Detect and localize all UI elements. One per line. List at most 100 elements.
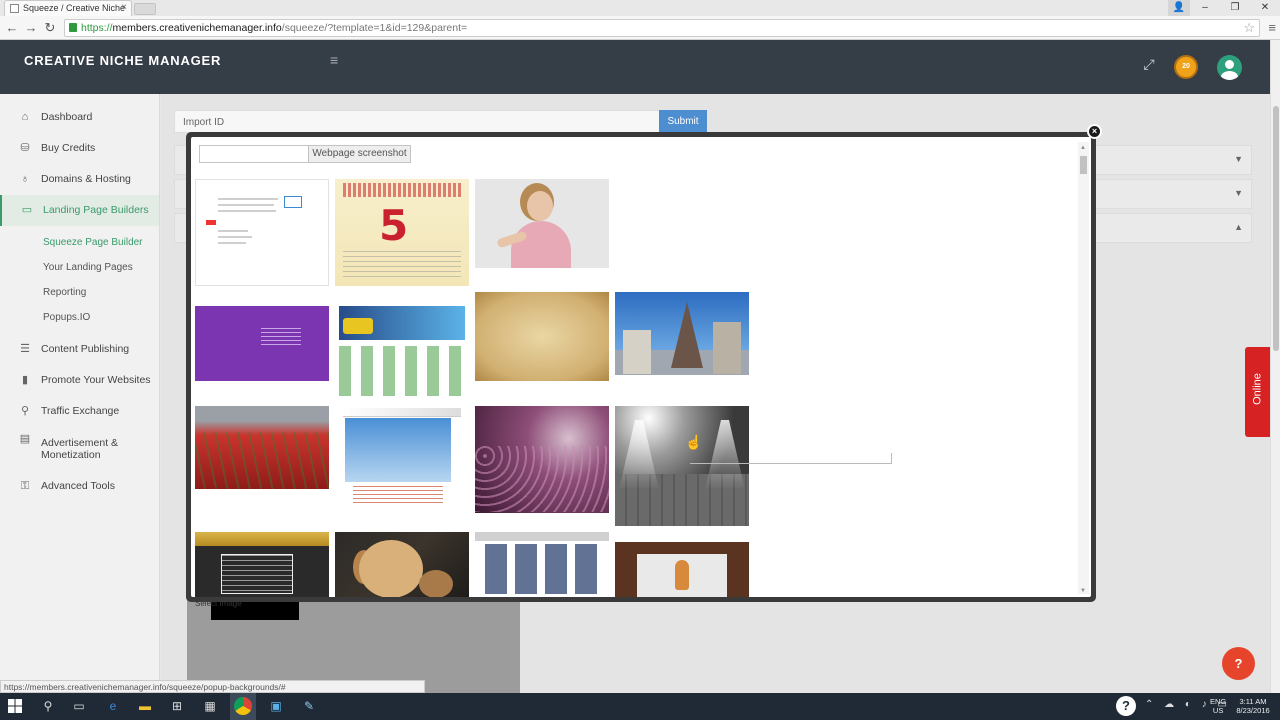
background-thumbnail[interactable] [475,179,609,268]
background-thumbnail[interactable] [475,292,609,381]
help-tray-icon[interactable]: ? [1116,696,1136,716]
page-scrollbar[interactable] [1270,40,1280,694]
credits-badge[interactable]: 20 [1174,55,1198,79]
webpage-screenshot-button[interactable]: Webpage screenshot [308,145,411,163]
submit-button[interactable]: Submit [659,110,707,133]
app-header: CREATIVE NICHE MANAGER ≡ ⤢ 20 [0,40,1270,94]
background-thumbnail[interactable] [335,292,469,399]
browser-menu-icon[interactable]: ≡ [1268,20,1276,35]
file-explorer-icon[interactable]: ▬ [136,697,154,715]
store-icon[interactable]: ⊞ [168,697,186,715]
scroll-down-icon[interactable]: ▼ [1080,588,1086,594]
hamburger-icon[interactable]: ≡ [330,52,338,68]
sidebar-item-domains-hosting[interactable]: ♁ Domains & Hosting [0,164,159,195]
sidebar-item-advertisement-monetization[interactable]: ▤ Advertisement & Monetization [0,427,159,471]
browser-tab[interactable]: Squeeze / Creative Niche × [4,0,132,16]
taskbar-clock[interactable]: 3:11 AM 8/23/2016 [1234,697,1272,715]
url-path: /squeeze/?template=1&id=129&parent= [281,22,468,34]
clock-date: 8/23/2016 [1236,706,1270,715]
background-thumbnail[interactable] [615,406,749,526]
background-thumbnail[interactable]: 5 [335,179,469,286]
minimize-icon[interactable]: – [1190,0,1220,16]
window-icon: ▭ [21,204,33,216]
screenshot-url-input[interactable] [199,145,309,163]
page-favicon-icon [10,4,19,13]
background-thumbnail[interactable] [475,406,609,513]
user-avatar[interactable] [1217,55,1242,80]
chevron-up-icon: ▲ [1234,222,1243,232]
restore-icon[interactable]: ❐ [1220,0,1250,16]
chevron-down-icon: ▼ [1234,154,1243,164]
sidebar-subitem-reporting[interactable]: Reporting [0,280,159,305]
edge-icon[interactable]: e [104,697,122,715]
browser-tabbar: Squeeze / Creative Niche × 👤 – ❐ ✕ [0,0,1280,16]
modal-scrollbar[interactable]: ▲ ▼ [1078,142,1089,594]
tooltip-connector [690,453,892,464]
close-window-icon[interactable]: ✕ [1250,0,1280,16]
modal-body: Webpage screenshot 5 ▲ ▼ [191,137,1091,597]
chrome-icon[interactable] [234,697,252,715]
online-chat-tab[interactable]: Online [1245,347,1270,437]
background-thumbnail[interactable] [335,532,469,597]
close-tab-icon[interactable]: × [121,2,127,13]
sidebar-item-promote-websites[interactable]: ▮ Promote Your Websites [0,365,159,396]
background-thumbnail[interactable] [475,532,609,597]
sidebar-item-label: Advertisement & Monetization [41,437,119,461]
background-thumbnail[interactable] [195,179,329,286]
task-view-icon[interactable]: ▭ [70,697,88,715]
sidebar-item-buy-credits[interactable]: ⛁ Buy Credits [0,133,159,164]
bookmark-star-icon[interactable]: ☆ [1243,20,1255,36]
forward-icon[interactable]: → [22,19,40,37]
search-icon[interactable]: ⚲ [39,697,57,715]
sidebar-item-label: Domains & Hosting [41,173,131,185]
calculator-icon[interactable]: ▦ [201,697,219,715]
sidebar-item-label: Content Publishing [41,343,130,355]
language-indicator[interactable]: ENG US [1210,697,1226,715]
import-id-input[interactable]: Import ID [174,110,660,133]
document-icon: ▤ [19,433,31,445]
lightbulb-icon: ♁ [20,173,30,185]
profile-icon[interactable]: 👤 [1168,0,1190,16]
list-icon: ☰ [20,343,30,355]
brand-title[interactable]: CREATIVE NICHE MANAGER [24,53,221,68]
new-tab-button[interactable] [134,3,156,15]
lang-top: ENG [1210,697,1227,706]
notepad-icon[interactable]: ✎ [300,697,318,715]
thumbnail-number: 5 [379,201,409,250]
scroll-up-icon[interactable]: ▲ [1080,145,1086,151]
background-thumbnail[interactable] [615,532,749,597]
sidebar-item-label: Dashboard [41,111,93,123]
scrollbar-thumb[interactable] [1273,106,1279,351]
sidebar-item-advanced-tools[interactable]: ⚿ Advanced Tools [0,471,159,502]
background-thumbnail[interactable] [195,532,329,597]
image-picker-modal: Webpage screenshot 5 ▲ ▼ [186,132,1096,602]
sidebar-item-label: Traffic Exchange [41,405,120,417]
sidebar: ⌂ Dashboard ⛁ Buy Credits ♁ Domains & Ho… [0,94,160,694]
chevron-down-icon: ▼ [1234,188,1243,198]
background-thumbnail[interactable] [615,292,749,375]
sidebar-item-label: Landing Page Builders [43,204,149,216]
background-thumbnail[interactable] [195,406,329,489]
gift-icon: ⚿ [20,480,30,492]
sidebar-item-label: Promote Your Websites [41,374,151,386]
help-chat-button[interactable]: ? [1222,647,1255,680]
fullscreen-icon[interactable]: ⤢ [1141,56,1157,72]
sidebar-subitem-squeeze-page-builder[interactable]: Squeeze Page Builder [0,230,159,255]
sidebar-subitem-popups-io[interactable]: Popups.IO [0,305,159,330]
modal-close-icon[interactable]: × [1087,124,1102,139]
sidebar-item-dashboard[interactable]: ⌂ Dashboard [0,102,159,133]
sidebar-item-landing-page-builders[interactable]: ▭ Landing Page Builders [0,195,159,226]
back-icon[interactable]: ← [3,19,21,37]
url-scheme: https:// [81,22,113,34]
scrollbar-thumb[interactable] [1080,156,1087,174]
sidebar-subitem-your-landing-pages[interactable]: Your Landing Pages [0,255,159,280]
background-thumbnail[interactable] [335,406,469,513]
remote-desktop-icon[interactable]: ▣ [267,697,285,715]
windows-start-icon[interactable] [8,699,22,713]
address-bar[interactable]: https://members.creativenichemanager.inf… [64,19,1260,37]
background-thumbnail[interactable] [615,179,749,268]
background-thumbnail[interactable] [195,292,329,381]
reload-icon[interactable]: ↻ [41,19,59,37]
sidebar-item-content-publishing[interactable]: ☰ Content Publishing [0,334,159,365]
home-icon: ⌂ [21,111,29,123]
